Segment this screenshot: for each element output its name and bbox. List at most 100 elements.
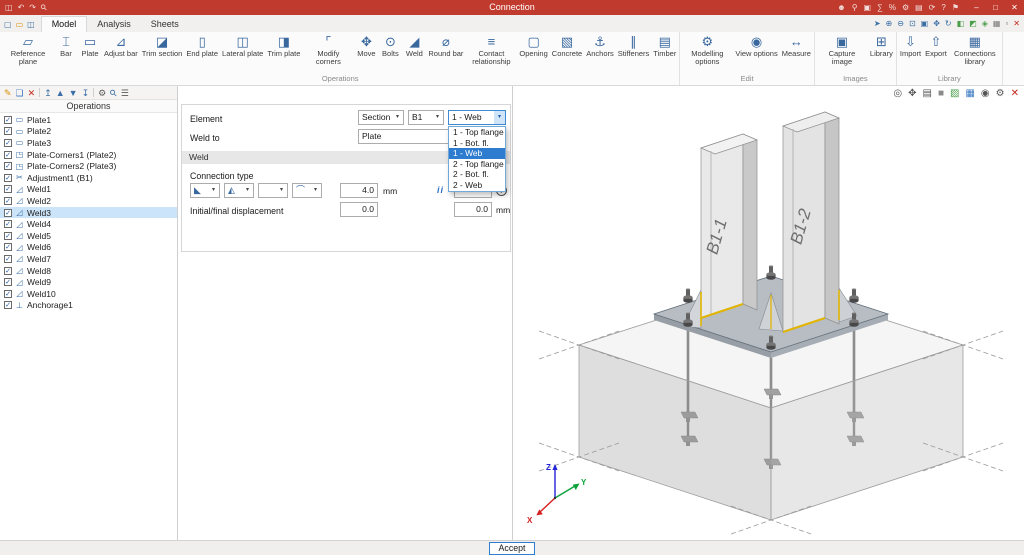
tree-item-weld8[interactable]: ✓◿Weld8 — [0, 265, 177, 277]
dropdown-option-2-bot-fl[interactable]: 2 - Bot. fl. — [449, 169, 505, 180]
grid-icon[interactable]: ▦ — [993, 19, 1001, 28]
weld-type-select-4[interactable]: ⌒▾ — [292, 183, 322, 198]
checkbox[interactable]: ✓ — [4, 220, 12, 228]
tree-item-weld3[interactable]: ✓◿Weld3 — [0, 207, 177, 219]
ribbon-button-library[interactable]: ⊞Library — [868, 33, 895, 73]
throat-thickness-input[interactable]: 4.0 — [340, 183, 378, 198]
user-icon[interactable]: ☻ — [837, 0, 845, 15]
ribbon-button-export[interactable]: ⇧Export — [923, 33, 949, 73]
tree-item-weld5[interactable]: ✓◿Weld5 — [0, 230, 177, 242]
close-view-icon[interactable]: ✕ — [1013, 19, 1020, 28]
weld-type-select-1[interactable]: ◣▾ — [190, 183, 220, 198]
ribbon-button-trim-plate[interactable]: ◨Trim plate — [265, 33, 302, 73]
tree-item-weld9[interactable]: ✓◿Weld9 — [0, 276, 177, 288]
ribbon-button-move[interactable]: ✥Move — [354, 33, 378, 73]
tree-item-anchorage1[interactable]: ✓⊥Anchorage1 — [0, 300, 177, 312]
top-view-icon[interactable]: ◩ — [969, 19, 977, 28]
ribbon-button-capture-image[interactable]: ▣Capture image — [816, 33, 868, 73]
tab-model[interactable]: Model — [41, 16, 88, 32]
front-view-icon[interactable]: ◧ — [957, 19, 965, 28]
tree-item-weld1[interactable]: ✓◿Weld1 — [0, 184, 177, 196]
ribbon-button-end-plate[interactable]: ▯End plate — [184, 33, 220, 73]
checkbox[interactable]: ✓ — [4, 255, 12, 263]
checkbox[interactable]: ✓ — [4, 139, 12, 147]
checkbox[interactable]: ✓ — [4, 290, 12, 298]
print-icon[interactable]: ▤ — [923, 88, 932, 100]
ribbon-button-adjust-bar[interactable]: ⊿Adjust bar — [102, 33, 140, 73]
ribbon-button-concrete[interactable]: ▧Concrete — [550, 33, 584, 73]
tree-item-weld6[interactable]: ✓◿Weld6 — [0, 242, 177, 254]
dropdown-option-1-web[interactable]: 1 - Web — [449, 148, 505, 159]
checkbox[interactable]: ✓ — [4, 174, 12, 182]
update-icon[interactable]: ⟳ — [929, 0, 936, 15]
ribbon-button-contact-relationship[interactable]: ≡Contact relationship — [465, 33, 517, 73]
search-icon[interactable]: ⚲ — [37, 0, 52, 15]
view-settings-icon[interactable]: ⚙ — [996, 88, 1005, 100]
pan-hand-icon[interactable]: ✥ — [908, 88, 916, 100]
ribbon-button-bar[interactable]: ⌶Bar — [54, 33, 78, 73]
tree-item-adjustment1-b1[interactable]: ✓✂Adjustment1 (B1) — [0, 172, 177, 184]
tree-item-plate3[interactable]: ✓▭Plate3 — [0, 137, 177, 149]
checkbox[interactable]: ✓ — [4, 151, 12, 159]
element-member-select[interactable]: B1▾ — [408, 110, 444, 125]
element-part-select[interactable]: 1 - Web▾ — [448, 110, 506, 125]
zoom-fit-icon[interactable]: ▣ — [921, 19, 929, 28]
new-file-icon[interactable]: ▢ — [4, 20, 12, 29]
save-icon[interactable]: ◫ — [5, 0, 13, 15]
percent-icon[interactable]: % — [889, 0, 896, 15]
tree-item-weld2[interactable]: ✓◿Weld2 — [0, 195, 177, 207]
tree-item-plate-corners1-plate2[interactable]: ✓◳Plate-Corners1 (Plate2) — [0, 149, 177, 161]
axonometry-icon[interactable]: ◈ — [982, 19, 988, 28]
ribbon-button-reference-plane[interactable]: ▱Reference plane — [2, 33, 54, 73]
ribbon-button-bolts[interactable]: ⊙Bolts — [378, 33, 402, 73]
delete-operation-icon[interactable]: ✕ — [28, 86, 36, 100]
zoom-in-icon[interactable]: ⊕ — [886, 19, 893, 28]
help-icon[interactable]: ? — [941, 0, 945, 15]
move-up-icon[interactable]: ▲ — [56, 86, 65, 100]
tab-analysis[interactable]: Analysis — [87, 17, 141, 32]
camera-icon[interactable]: ▣ — [864, 0, 872, 15]
element-type-select[interactable]: Section▾ — [358, 110, 404, 125]
dropdown-option-1-bot-fl[interactable]: 1 - Bot. fl. — [449, 138, 505, 149]
labels-icon[interactable]: ◉ — [981, 88, 990, 100]
ribbon-button-connections-library[interactable]: ▦Connections library — [949, 33, 1001, 73]
reset-view-icon[interactable]: ✕ — [1011, 88, 1019, 100]
transparent-view-icon[interactable]: ▨ — [950, 88, 959, 100]
zoom-window-icon[interactable]: ⊡ — [909, 19, 916, 28]
checkbox[interactable]: ✓ — [4, 232, 12, 240]
checkbox[interactable]: ✓ — [4, 209, 12, 217]
ribbon-button-anchors[interactable]: ⚓Anchors — [584, 33, 616, 73]
screenshot-icon[interactable]: ▫ — [1005, 19, 1008, 28]
ribbon-button-stiffeners[interactable]: ∥Stiffeners — [616, 33, 652, 73]
save-file-icon[interactable]: ◫ — [27, 20, 35, 29]
checkbox[interactable]: ✓ — [4, 185, 12, 193]
weld-type-select-2[interactable]: ◭▾ — [224, 183, 254, 198]
ribbon-button-modelling-options[interactable]: ⚙Modelling options — [681, 33, 733, 73]
dropdown-option-1-top-flange[interactable]: 1 - Top flange — [449, 127, 505, 138]
tree-item-weld7[interactable]: ✓◿Weld7 — [0, 253, 177, 265]
search-icon[interactable]: ⚲ — [106, 85, 121, 100]
report-icon[interactable]: ▤ — [915, 0, 923, 15]
ribbon-button-view-options[interactable]: ◉View options — [733, 33, 779, 73]
displacement-end-input[interactable]: 0.0 — [454, 202, 492, 217]
ribbon-button-timber[interactable]: ▤Timber — [651, 33, 678, 73]
tree-item-plate2[interactable]: ✓▭Plate2 — [0, 126, 177, 138]
rotate-view-icon[interactable]: ↻ — [945, 19, 952, 28]
zoom-icon[interactable]: ⚲ — [852, 0, 858, 15]
checkbox[interactable]: ✓ — [4, 278, 12, 286]
ribbon-button-opening[interactable]: ▢Opening — [517, 33, 549, 73]
settings-icon[interactable]: ⚙ — [902, 0, 909, 15]
settings-icon[interactable]: ⚙ — [98, 86, 106, 100]
move-bottom-icon[interactable]: ↧ — [82, 86, 90, 100]
dropdown-option-2-web[interactable]: 2 - Web — [449, 180, 505, 191]
cursor-icon[interactable]: ➤ — [874, 19, 881, 28]
open-file-icon[interactable]: ▭ — [16, 20, 24, 29]
dropdown-option-2-top-flange[interactable]: 2 - Top flange — [449, 159, 505, 170]
tree-item-plate1[interactable]: ✓▭Plate1 — [0, 114, 177, 126]
minimize-button[interactable]: – — [967, 0, 986, 15]
calculator-icon[interactable]: ∑ — [877, 0, 883, 15]
copy-operation-icon[interactable]: ❏ — [16, 86, 24, 100]
solid-view-icon[interactable]: ■ — [938, 88, 944, 100]
tree-item-weld10[interactable]: ✓◿Weld10 — [0, 288, 177, 300]
wireframe-view-icon[interactable]: ▦ — [965, 88, 974, 100]
